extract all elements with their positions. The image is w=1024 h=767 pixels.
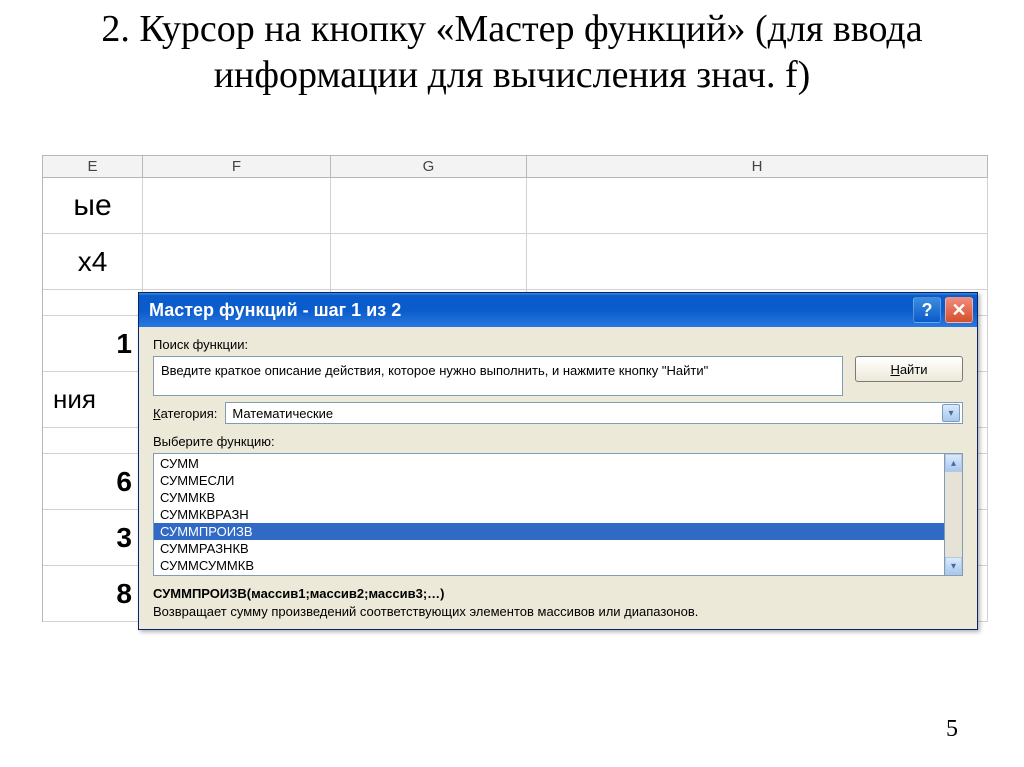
category-value: Математические bbox=[232, 406, 942, 421]
col-header-f[interactable]: F bbox=[143, 156, 331, 178]
cell[interactable] bbox=[527, 178, 988, 234]
find-button[interactable]: Найти bbox=[855, 356, 963, 382]
col-header-g[interactable]: G bbox=[331, 156, 527, 178]
cell-partial-1[interactable]: ые bbox=[43, 178, 143, 234]
cell-val-3[interactable]: 3 bbox=[43, 510, 143, 566]
list-item[interactable]: СУММКВ bbox=[154, 489, 944, 506]
close-button[interactable]: ✕ bbox=[945, 297, 973, 323]
cell-partial-2[interactable]: ния bbox=[43, 372, 143, 428]
page-number: 5 bbox=[946, 716, 958, 743]
cell[interactable] bbox=[527, 234, 988, 290]
dialog-title: Мастер функций - шаг 1 из 2 bbox=[149, 300, 913, 321]
list-item[interactable]: СУММ bbox=[154, 455, 944, 472]
slide-title: 2. Курсор на кнопку «Мастер функций» (дл… bbox=[0, 0, 1024, 109]
scrollbar[interactable]: ▴ ▾ bbox=[945, 453, 963, 576]
search-label: Поиск функции: bbox=[153, 337, 963, 352]
chevron-down-icon: ▾ bbox=[942, 404, 960, 422]
list-item[interactable]: СУММЕСЛИ bbox=[154, 472, 944, 489]
category-label: Категория: bbox=[153, 406, 217, 421]
help-button[interactable]: ? bbox=[913, 297, 941, 323]
cell-x4[interactable]: x4 bbox=[43, 234, 143, 290]
function-wizard-dialog: Мастер функций - шаг 1 из 2 ? ✕ Поиск фу… bbox=[138, 292, 978, 630]
dialog-titlebar[interactable]: Мастер функций - шаг 1 из 2 ? ✕ bbox=[139, 293, 977, 327]
list-item[interactable]: СУММСУММКВ bbox=[154, 557, 944, 574]
cell[interactable] bbox=[143, 178, 331, 234]
list-item[interactable]: СУММПРОИЗВ bbox=[154, 523, 944, 540]
function-listbox[interactable]: СУММСУММЕСЛИСУММКВСУММКВРАЗНСУММПРОИЗВСУ… bbox=[153, 453, 945, 576]
cell-val-1[interactable]: 1 bbox=[43, 316, 143, 372]
cell[interactable] bbox=[43, 290, 143, 316]
column-headers: E F G H bbox=[42, 155, 988, 178]
choose-function-label: Выберите функцию: bbox=[153, 434, 963, 449]
col-header-h[interactable]: H bbox=[527, 156, 988, 178]
close-icon: ✕ bbox=[951, 300, 966, 321]
cell-val-6[interactable]: 6 bbox=[43, 454, 143, 510]
list-item[interactable]: СУММРАЗНКВ bbox=[154, 540, 944, 557]
cell-val-8[interactable]: 8 bbox=[43, 566, 143, 622]
cell[interactable] bbox=[43, 428, 143, 454]
function-syntax: СУММПРОИЗВ(массив1;массив2;массив3;…) bbox=[153, 586, 963, 601]
scroll-up-icon[interactable]: ▴ bbox=[945, 454, 962, 472]
scroll-down-icon[interactable]: ▾ bbox=[945, 557, 962, 575]
function-description: Возвращает сумму произведений соответств… bbox=[153, 604, 963, 621]
cell[interactable] bbox=[143, 234, 331, 290]
list-item[interactable]: СУММКВРАЗН bbox=[154, 506, 944, 523]
category-select[interactable]: Математические ▾ bbox=[225, 402, 963, 424]
help-icon: ? bbox=[922, 300, 933, 321]
col-header-e[interactable]: E bbox=[43, 156, 143, 178]
cell[interactable] bbox=[331, 178, 527, 234]
cell[interactable] bbox=[331, 234, 527, 290]
search-input[interactable]: Введите краткое описание действия, котор… bbox=[153, 356, 843, 396]
